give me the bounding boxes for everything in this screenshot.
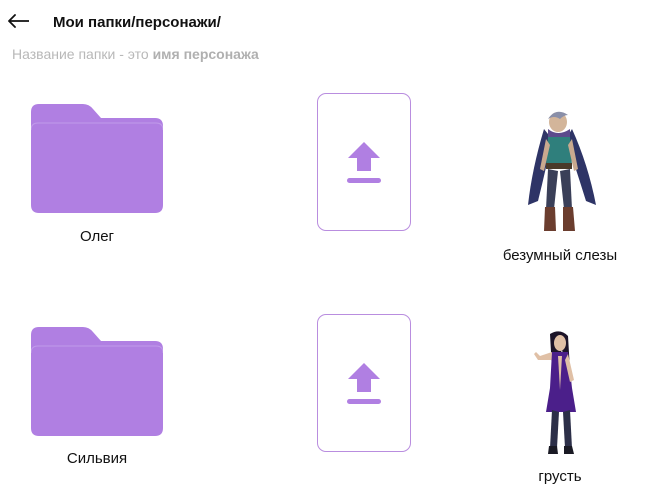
folder-icon	[31, 327, 163, 436]
back-button[interactable]	[8, 10, 34, 36]
folder-icon	[31, 104, 163, 213]
folder-label: Олег	[79, 228, 115, 245]
upload-button[interactable]	[317, 93, 411, 231]
folder-hint: Название папки - это имя персонажа	[12, 46, 259, 62]
character-woman-portrait	[534, 331, 576, 454]
upload-icon	[347, 363, 381, 404]
folder-hint-emphasis: имя персонажа	[152, 46, 259, 62]
page-title: Мои папки/персонажи/	[53, 14, 221, 31]
header	[8, 10, 34, 36]
folder-label: Сильвия	[66, 450, 128, 467]
upload-icon	[347, 142, 381, 183]
folder-hint-prefix: Название папки - это	[12, 46, 153, 62]
character-label: безумный слезы	[502, 247, 618, 264]
character-man-portrait	[528, 111, 596, 231]
upload-button[interactable]	[317, 314, 411, 452]
character-label: грусть	[538, 468, 582, 485]
arrow-left-icon	[8, 13, 30, 33]
